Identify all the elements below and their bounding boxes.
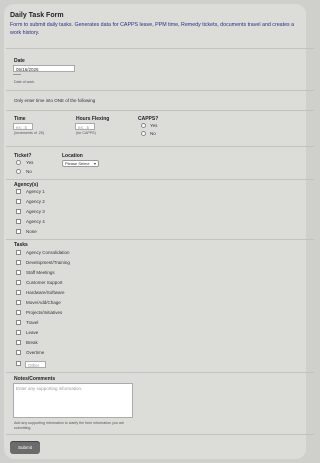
ticket-yes-radio[interactable] [16, 160, 21, 165]
capps-no-radio[interactable] [141, 131, 146, 136]
form-description: Form to submit daily tasks. Generates da… [10, 22, 295, 36]
task-label: Travel [26, 320, 39, 325]
notes-textarea[interactable]: Enter any supporting information. [13, 383, 133, 418]
time-note: Only enter time into ONE of the followin… [14, 98, 96, 103]
hours-flexing-label: Hours Flexing [76, 116, 110, 122]
task-other-checkbox[interactable] [16, 361, 21, 366]
task-checkbox[interactable] [16, 310, 21, 315]
divider [6, 146, 314, 147]
task-label: Agency Consolidation [26, 250, 70, 255]
task-label: Break [26, 340, 38, 345]
task-checkbox[interactable] [16, 350, 21, 355]
date-underline [13, 74, 21, 75]
agency-4-checkbox[interactable] [16, 219, 21, 224]
notes-label: Notes/Comments [14, 376, 56, 382]
task-label: Overtime [26, 350, 45, 355]
divider [6, 179, 314, 180]
task-label: Development/Training [26, 260, 70, 265]
form-title: Daily Task Form [10, 12, 64, 19]
ticket-no-label: No [26, 169, 32, 174]
task-checkbox[interactable] [16, 300, 21, 305]
capps-yes-radio[interactable] [141, 123, 146, 128]
agency-2-checkbox[interactable] [16, 199, 21, 204]
task-label: Leave [26, 330, 39, 335]
task-checkbox[interactable] [16, 250, 21, 255]
ticket-yes-label: Yes [26, 160, 34, 165]
location-selected: Please Select [65, 161, 90, 166]
location-select[interactable]: Please Select ▾ [62, 160, 99, 167]
divider [6, 90, 314, 91]
agency-1-checkbox[interactable] [16, 189, 21, 194]
ticket-label: Ticket? [14, 153, 32, 159]
ticket-no-radio[interactable] [16, 169, 21, 174]
hours-flexing-input[interactable]: ex: .5 [75, 123, 95, 130]
task-checkbox[interactable] [16, 270, 21, 275]
chevron-down-icon: ▾ [93, 161, 96, 166]
task-checkbox[interactable] [16, 290, 21, 295]
agency-3-checkbox[interactable] [16, 209, 21, 214]
agency-3-label: Agency 3 [26, 209, 45, 214]
agencies-label: Agency(s) [14, 182, 39, 188]
divider [6, 110, 314, 111]
capps-label: CAPPS? [138, 116, 159, 122]
divider [6, 239, 314, 240]
time-label: Time [14, 116, 26, 122]
agency-1-label: Agency 1 [26, 189, 45, 194]
task-checkbox[interactable] [16, 330, 21, 335]
date-input[interactable]: 05/16/2026 [13, 65, 75, 72]
divider [6, 48, 314, 49]
task-label: Projects/Initiatives [26, 310, 63, 315]
submit-button[interactable]: Submit [10, 441, 40, 454]
divider [6, 434, 314, 435]
notes-help: Add any supporting information to clarif… [14, 421, 125, 430]
hours-flexing-help: (for CAPPS) [76, 131, 96, 135]
date-label: Date [14, 58, 25, 64]
task-checkbox[interactable] [16, 260, 21, 265]
task-checkbox[interactable] [16, 280, 21, 285]
task-label: Move/Add/Chage [26, 300, 61, 305]
time-help: (increments of .25) [14, 131, 44, 135]
agency-4-label: Agency 4 [26, 219, 45, 224]
tasks-label: Tasks [14, 242, 28, 248]
divider [6, 372, 314, 373]
task-checkbox[interactable] [16, 320, 21, 325]
agency-2-label: Agency 2 [26, 199, 45, 204]
task-other-input[interactable]: Other [25, 361, 46, 368]
capps-no-label: No [150, 131, 156, 136]
task-label: Customer Support [26, 280, 63, 285]
agency-none-label: None [26, 229, 37, 234]
task-checkbox[interactable] [16, 340, 21, 345]
agency-none-checkbox[interactable] [16, 229, 21, 234]
task-label: Hardware/Software [26, 290, 65, 295]
time-input[interactable]: ex: .5 [13, 123, 33, 130]
capps-yes-label: Yes [150, 123, 158, 128]
location-label: Location [62, 153, 83, 159]
date-help: Date of work [14, 80, 35, 84]
task-label: Staff Meetings [26, 270, 55, 275]
